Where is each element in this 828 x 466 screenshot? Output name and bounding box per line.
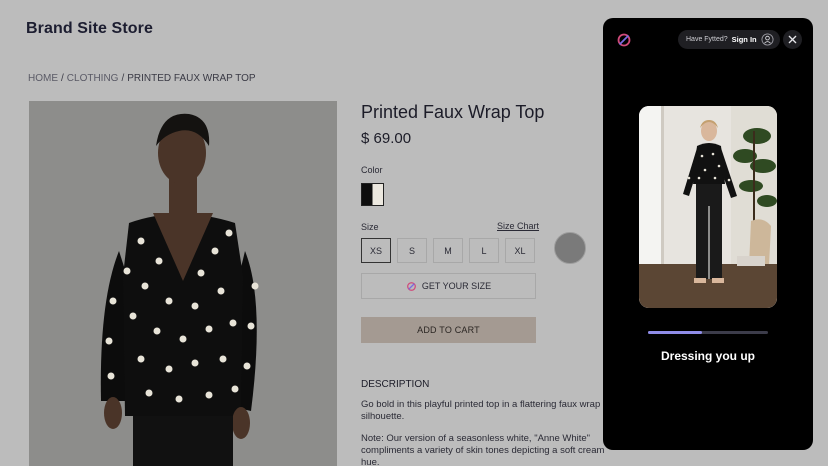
store-title[interactable]: Brand Site Store — [26, 20, 153, 38]
get-your-size-label: GET YOUR SIZE — [421, 281, 492, 291]
progress-fill — [648, 331, 702, 334]
breadcrumb-separator: / — [61, 73, 64, 84]
size-option-xs[interactable]: XS — [361, 238, 391, 263]
close-button[interactable] — [783, 30, 802, 49]
status-text: Dressing you up — [660, 349, 755, 363]
breadcrumb-category[interactable]: CLOTHING — [67, 73, 119, 84]
fytted-panel: Have Fytted? Sign In Dressing you up — [603, 18, 813, 450]
description-note: Note: Our version of a seasonless white,… — [361, 433, 605, 466]
fytted-logo-icon — [617, 33, 631, 47]
product-title: Printed Faux Wrap Top — [361, 102, 545, 122]
sign-in-pill[interactable]: Have Fytted? Sign In — [678, 30, 780, 49]
fytted-logo-icon — [407, 281, 416, 291]
have-fytted-text: Have Fytted? — [686, 36, 728, 43]
size-option-xl[interactable]: XL — [505, 238, 535, 263]
description-text: Go bold in this playful printed top in a… — [361, 399, 601, 422]
size-option-m[interactable]: M — [433, 238, 463, 263]
breadcrumb: HOME / CLOTHING / PRINTED FAUX WRAP TOP — [28, 73, 256, 84]
progress-bar — [648, 331, 768, 334]
sign-in-link[interactable]: Sign In — [732, 35, 757, 44]
color-swatch[interactable] — [361, 183, 384, 206]
size-chart-link[interactable]: Size Chart — [497, 221, 539, 231]
get-your-size-button[interactable]: GET YOUR SIZE — [361, 273, 536, 299]
size-label: Size — [361, 222, 379, 232]
description-heading: DESCRIPTION — [361, 379, 430, 390]
close-icon — [788, 35, 797, 44]
product-image[interactable] — [29, 101, 337, 466]
breadcrumb-home[interactable]: HOME — [28, 73, 58, 84]
size-option-l[interactable]: L — [469, 238, 499, 263]
floating-action-button[interactable] — [554, 232, 586, 264]
try-on-preview — [639, 106, 777, 308]
size-option-s[interactable]: S — [397, 238, 427, 263]
breadcrumb-current: PRINTED FAUX WRAP TOP — [127, 73, 256, 84]
product-price: $ 69.00 — [361, 130, 412, 147]
size-options: XS S M L XL — [361, 238, 535, 263]
color-label: Color — [361, 165, 383, 175]
user-icon — [761, 33, 774, 46]
add-to-cart-button[interactable]: ADD TO CART — [361, 317, 536, 343]
breadcrumb-separator: / — [121, 73, 125, 84]
